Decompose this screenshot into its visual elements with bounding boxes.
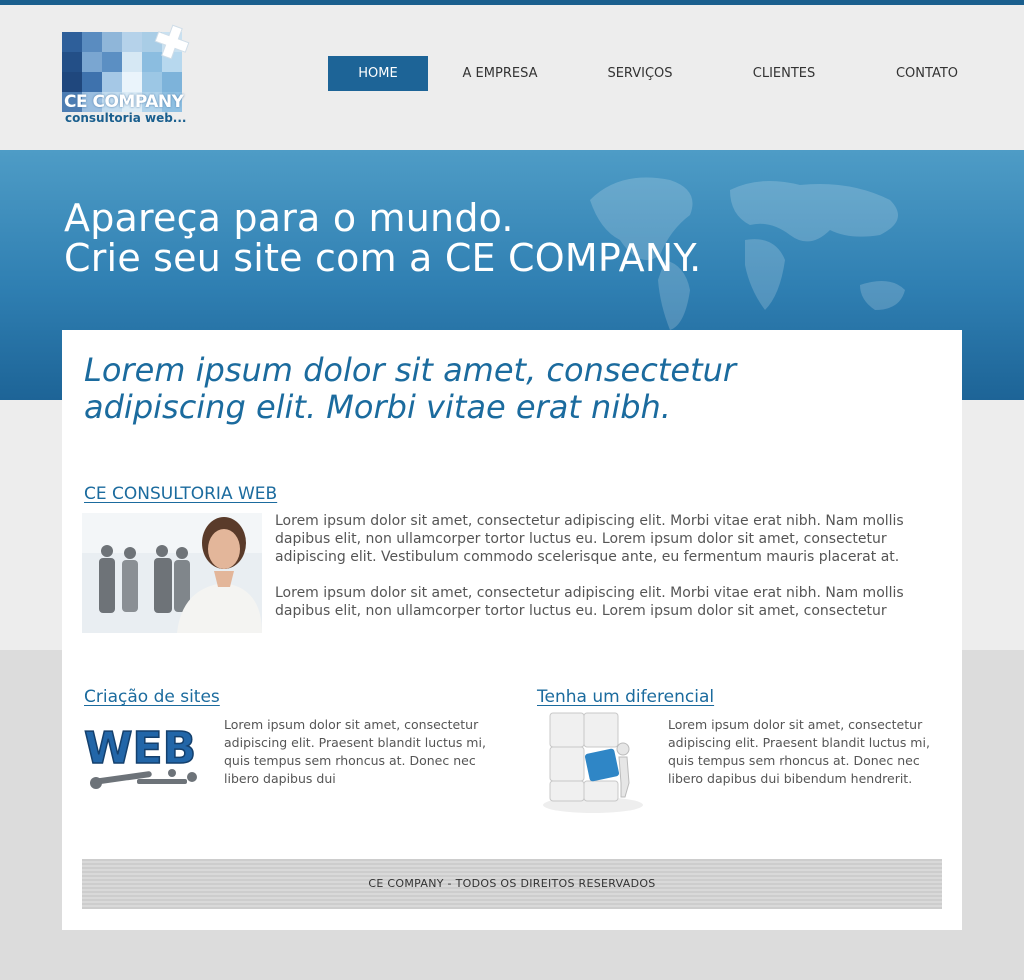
nav-item-servicos[interactable]: SERVIÇOS [590, 56, 690, 91]
business-team-photo [82, 513, 262, 633]
svg-text:WEB: WEB [84, 723, 196, 774]
criacao-sites-text: Lorem ipsum dolor sit amet, consectetur … [224, 717, 486, 786]
footer: CE COMPANY - TODOS OS DIREITOS RESERVADO… [82, 859, 942, 909]
diferencial-text: Lorem ipsum dolor sit amet, consectetur … [668, 717, 930, 786]
section-title-diferencial[interactable]: Tenha um diferencial [537, 687, 714, 707]
nav-item-contato[interactable]: CONTATO [877, 56, 977, 91]
section-title-consultoria[interactable]: CE CONSULTORIA WEB [84, 484, 277, 504]
nav-item-a-empresa[interactable]: A EMPRESA [450, 56, 550, 91]
consultoria-paragraph-2: Lorem ipsum dolor sit amet, consectetur … [275, 585, 904, 619]
logo[interactable]: CE COMPANY consultoria web... [62, 24, 192, 128]
content-card: Lorem ipsum dolor sit amet, consectetur … [62, 330, 962, 930]
puzzle-figure-image [535, 705, 657, 815]
logo-brand-text: CE COMPANY [64, 92, 184, 112]
lead-heading: Lorem ipsum dolor sit amet, consectetur … [84, 351, 737, 426]
nav-item-home[interactable]: HOME [328, 56, 428, 91]
logo-tagline: consultoria web... [65, 111, 187, 125]
hero-title: Apareça para o mundo. Crie seu site com … [64, 196, 702, 280]
consultoria-paragraph-1: Lorem ipsum dolor sit amet, consectetur … [275, 513, 904, 565]
section-title-criacao-sites[interactable]: Criação de sites [84, 687, 220, 707]
footer-copyright: CE COMPANY - TODOS OS DIREITOS RESERVADO… [368, 877, 656, 890]
web-tools-image: WEB [82, 713, 210, 798]
nav-item-clientes[interactable]: CLIENTES [734, 56, 834, 91]
logo-plus-icon [154, 24, 190, 60]
